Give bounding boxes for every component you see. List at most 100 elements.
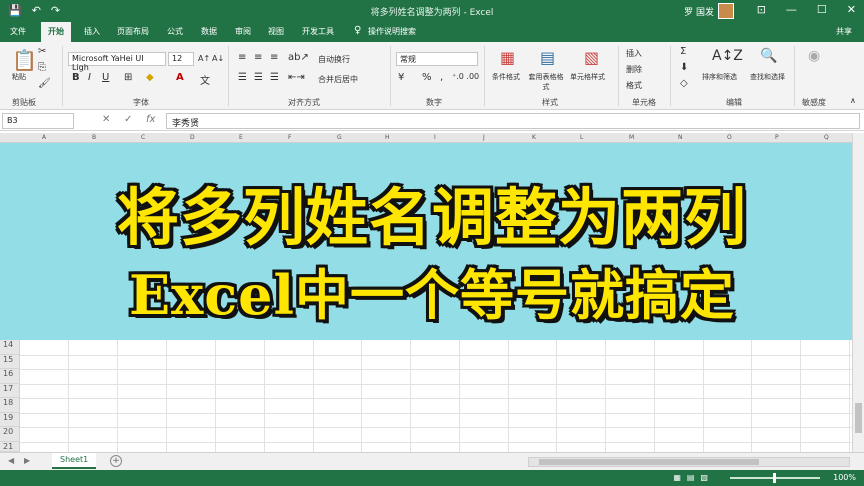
column-header[interactable]: C <box>141 134 145 141</box>
scrollbar-thumb[interactable] <box>539 459 759 465</box>
tab-view[interactable]: 视图 <box>268 26 284 37</box>
column-header[interactable]: E <box>239 134 243 141</box>
horizontal-scrollbar[interactable] <box>528 457 850 467</box>
font-size-select[interactable]: 12 <box>168 52 194 66</box>
column-header[interactable]: Q <box>824 134 829 141</box>
format-as-table-button[interactable]: 套用表格格式 <box>528 72 564 92</box>
zoom-slider-knob[interactable] <box>773 473 776 483</box>
minimize-button[interactable]: — <box>786 3 797 16</box>
currency-icon[interactable]: ¥ <box>398 72 404 83</box>
column-header[interactable]: J <box>483 134 485 141</box>
column-header[interactable]: B <box>92 134 96 141</box>
border-icon[interactable]: ⊞ <box>124 72 132 83</box>
align-bottom-icon[interactable]: ≡ <box>270 52 278 63</box>
paste-button[interactable]: 粘贴 <box>12 72 26 82</box>
bold-button[interactable]: B <box>72 72 80 83</box>
tab-formulas[interactable]: 公式 <box>167 26 183 37</box>
column-header[interactable]: M <box>629 134 634 141</box>
vertical-scrollbar[interactable] <box>852 133 864 452</box>
italic-button[interactable]: I <box>88 72 91 83</box>
indent-icon[interactable]: ⇤⇥ <box>288 72 305 83</box>
align-center-icon[interactable]: ☰ <box>254 72 263 83</box>
cell-styles-icon[interactable]: ▧ <box>584 48 599 67</box>
column-header[interactable]: N <box>678 134 683 141</box>
column-header[interactable]: G <box>337 134 342 141</box>
align-top-icon[interactable]: ≡ <box>238 52 246 63</box>
conditional-format-button[interactable]: 条件格式 <box>492 72 520 82</box>
sensitivity-icon[interactable]: ◉ <box>808 48 820 64</box>
tab-developer[interactable]: 开发工具 <box>302 26 334 37</box>
clear-icon[interactable]: ◇ <box>680 78 688 89</box>
align-middle-icon[interactable]: ≡ <box>254 52 262 63</box>
column-header[interactable]: A <box>42 134 46 141</box>
tab-page-layout[interactable]: 页面布局 <box>117 26 149 37</box>
tab-home[interactable]: 开始 <box>41 22 71 42</box>
enter-icon[interactable]: ✓ <box>124 114 132 125</box>
row-header[interactable]: 18 <box>0 398 20 413</box>
column-header[interactable]: I <box>434 134 436 141</box>
sort-filter-icon[interactable]: A↕Z <box>712 48 743 64</box>
row-header[interactable]: 19 <box>0 412 20 427</box>
table-format-icon[interactable]: ▤ <box>540 48 555 67</box>
formula-input[interactable]: 李秀贤 <box>166 113 860 129</box>
prev-sheet-icon[interactable]: ◀ <box>8 456 14 465</box>
worksheet-grid[interactable]: 14 15 16 17 18 19 20 21 <box>0 340 852 452</box>
ribbon-options-icon[interactable]: ⊡ <box>757 3 766 16</box>
align-right-icon[interactable]: ☰ <box>270 72 279 83</box>
row-header[interactable]: 16 <box>0 369 20 384</box>
column-header[interactable]: O <box>727 134 732 141</box>
tab-file[interactable]: 文件 <box>10 26 26 37</box>
sheet-tab-sheet1[interactable]: Sheet1 <box>52 453 97 469</box>
zoom-level[interactable]: 100% <box>833 473 856 482</box>
merge-center-button[interactable]: 合并后居中 <box>318 74 358 85</box>
sort-filter-button[interactable]: 排序和筛选 <box>702 72 737 82</box>
copy-icon[interactable]: ⎘ <box>38 62 46 73</box>
insert-cells-button[interactable]: 插入 <box>626 48 642 59</box>
fill-color-icon[interactable]: ◆ <box>146 72 154 83</box>
column-header[interactable]: L <box>580 134 583 141</box>
add-sheet-button[interactable]: + <box>110 455 122 467</box>
row-header[interactable]: 20 <box>0 427 20 442</box>
fill-icon[interactable]: ⬇ <box>680 62 688 73</box>
font-color-button[interactable]: A <box>176 72 184 83</box>
insert-function-icon[interactable]: fx <box>146 114 155 125</box>
row-header[interactable]: 15 <box>0 354 20 369</box>
close-button[interactable]: ✕ <box>847 3 856 16</box>
row-header[interactable]: 21 <box>0 441 20 452</box>
tell-me-search[interactable]: 操作说明搜索 <box>368 26 416 37</box>
row-header[interactable]: 17 <box>0 383 20 398</box>
underline-button[interactable]: U <box>102 72 109 83</box>
align-left-icon[interactable]: ☰ <box>238 72 247 83</box>
column-header[interactable]: K <box>532 134 536 141</box>
cancel-icon[interactable]: ✕ <box>102 114 110 125</box>
collapse-ribbon-icon[interactable]: ∧ <box>850 96 856 105</box>
name-box[interactable]: B3 <box>2 113 74 129</box>
tab-data[interactable]: 数据 <box>201 26 217 37</box>
tab-insert[interactable]: 插入 <box>84 26 100 37</box>
maximize-button[interactable]: ☐ <box>817 3 827 16</box>
row-header[interactable]: 14 <box>0 340 20 355</box>
user-name[interactable]: 罗 国发 <box>684 5 714 18</box>
decimal-icon[interactable]: ⁺.0 .00 <box>452 72 479 81</box>
wrap-text-button[interactable]: 自动换行 <box>318 54 350 65</box>
shrink-font-button[interactable]: A↓ <box>212 54 224 63</box>
autosum-button[interactable]: Σ <box>680 46 686 57</box>
grow-font-button[interactable]: A↑ <box>198 54 210 63</box>
column-header[interactable]: H <box>385 134 390 141</box>
avatar[interactable] <box>718 3 734 19</box>
font-name-select[interactable]: Microsoft YaHei UI Ligh <box>68 52 166 72</box>
find-select-icon[interactable]: 🔍 <box>760 48 777 64</box>
comma-button[interactable]: , <box>440 72 443 83</box>
cell-styles-button[interactable]: 单元格样式 <box>570 72 605 82</box>
orientation-icon[interactable]: ab↗ <box>288 52 309 63</box>
find-select-button[interactable]: 查找和选择 <box>750 72 785 82</box>
next-sheet-icon[interactable]: ▶ <box>24 456 30 465</box>
view-buttons[interactable]: ▦▤▧ <box>673 473 714 482</box>
conditional-format-icon[interactable]: ▦ <box>500 48 515 67</box>
column-header[interactable]: P <box>775 134 779 141</box>
format-cells-button[interactable]: 格式 <box>626 80 642 91</box>
paste-icon[interactable]: 📋 <box>12 48 37 72</box>
scrollbar-thumb[interactable] <box>855 403 862 433</box>
percent-button[interactable]: % <box>422 72 432 83</box>
share-button[interactable]: 共享 <box>836 26 852 37</box>
